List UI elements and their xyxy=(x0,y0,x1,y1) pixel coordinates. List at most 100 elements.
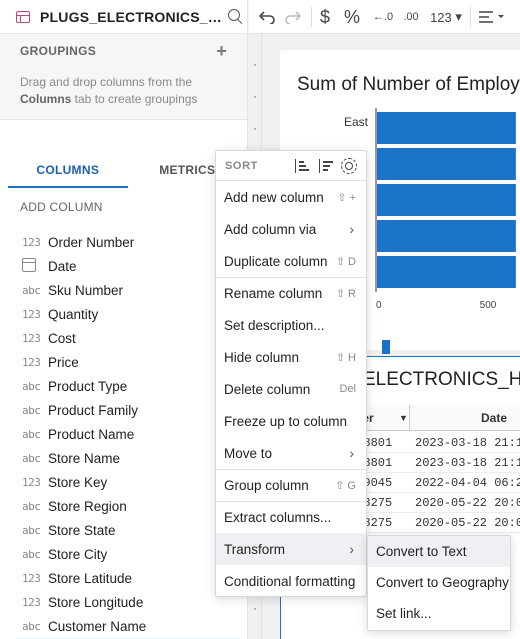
table-title: ELECTRONICS_HAN xyxy=(363,369,520,390)
column-item[interactable]: abc Store Name xyxy=(0,446,247,470)
column-name: Cost xyxy=(48,330,76,346)
column-type-icon: abc xyxy=(22,547,41,561)
cell-date: 2020-05-22 20:09 xyxy=(415,496,520,510)
menu-item-add-column-via[interactable]: Add column via › xyxy=(216,213,366,245)
column-type-icon: 123 xyxy=(22,595,41,609)
column-item[interactable]: abc Store City xyxy=(0,542,247,566)
cell-date: 2023-03-18 21:19 xyxy=(415,456,520,470)
column-item[interactable]: 123 Price xyxy=(0,350,247,374)
menu-item-hide-column[interactable]: Hide column ⇧ H xyxy=(216,341,366,373)
category-label: East xyxy=(344,115,369,129)
menu-item-label: Rename column xyxy=(224,286,323,301)
column-item[interactable]: 123 Store Key xyxy=(0,470,247,494)
column-item[interactable]: 123 Order Number xyxy=(0,230,247,254)
column-item[interactable]: abc Product Family xyxy=(0,398,247,422)
column-item[interactable]: 123 Store Longitude xyxy=(0,590,247,614)
tab-columns[interactable]: COLUMNS xyxy=(8,160,128,188)
element-title[interactable]: PLUGS_ELECTRONICS_HANDS_ON_LAB_DATA xyxy=(40,9,222,25)
panel-titlebar: PLUGS_ELECTRONICS_HANDS_ON_LAB_DATA xyxy=(0,0,247,34)
columns-panel: PLUGS_ELECTRONICS_HANDS_ON_LAB_DATA GROU… xyxy=(0,0,248,639)
column-item[interactable]: abc Store State xyxy=(0,518,247,542)
align-dropdown-icon[interactable] xyxy=(475,7,509,27)
column-type-icon: 123 xyxy=(22,235,41,249)
sort-ascending-icon[interactable] xyxy=(295,159,309,173)
menu-item-add-new-column[interactable]: Add new column ⇧ + xyxy=(216,181,366,213)
column-name: Store City xyxy=(48,546,108,562)
column-item[interactable]: abc Customer Name xyxy=(0,614,247,638)
sort-section: SORT xyxy=(216,151,366,181)
chart-resize-handle[interactable] xyxy=(382,340,390,354)
menu-item-move-to[interactable]: Move to › xyxy=(216,437,366,469)
x-tick-label: 500 xyxy=(480,300,497,311)
sort-desc-icon[interactable]: ▼ xyxy=(399,413,408,423)
column-item[interactable]: 123 Cost xyxy=(0,326,247,350)
redo-icon[interactable] xyxy=(283,7,303,27)
menu-item-rename-column[interactable]: Rename column ⇧ R xyxy=(216,277,366,309)
column-item[interactable]: Date xyxy=(0,254,247,278)
menu-item-extract-columns[interactable]: Extract columns... xyxy=(216,501,366,533)
menu-item-freeze-up-to-column[interactable]: Freeze up to column xyxy=(216,405,366,437)
currency-icon[interactable]: $ xyxy=(315,7,335,27)
column-type-icon: abc xyxy=(22,403,41,417)
decrease-decimal-icon[interactable]: ←.0 xyxy=(371,7,395,27)
menu-item-label: Delete column xyxy=(224,381,311,397)
bar xyxy=(377,220,516,252)
column-name: Product Type xyxy=(48,378,128,394)
number-format-dropdown[interactable]: 123 ▾ xyxy=(426,7,466,27)
column-type-icon xyxy=(22,257,48,275)
search-icon[interactable] xyxy=(228,8,244,25)
menu-item-label: Group column xyxy=(224,478,309,493)
column-name: Quantity xyxy=(48,306,99,322)
column-type-icon: abc xyxy=(22,499,41,513)
toolbar-divider xyxy=(470,7,471,27)
column-name: Store Longitude xyxy=(48,594,144,610)
menu-item-set-description[interactable]: Set description... xyxy=(216,309,366,341)
column-name: Store Key xyxy=(48,474,108,490)
cell-date: 2020-05-22 20:09 xyxy=(415,516,520,530)
bar xyxy=(377,112,516,144)
column-item[interactable]: 123 Quantity xyxy=(0,302,247,326)
menu-item-conditional-formatting[interactable]: Conditional formatting xyxy=(216,565,366,597)
menu-item-transform[interactable]: Transform › xyxy=(216,533,366,565)
undo-icon[interactable] xyxy=(257,7,277,27)
column-name: Sku Number xyxy=(48,282,124,298)
column-item[interactable]: abc Store Region xyxy=(0,494,247,518)
column-item[interactable]: abc Product Name xyxy=(0,422,247,446)
column-name: Price xyxy=(48,354,79,370)
increase-decimal-icon[interactable]: .00 xyxy=(399,7,423,27)
column-name: Store State xyxy=(48,522,116,538)
sort-descending-icon[interactable] xyxy=(319,159,333,173)
sort-settings-icon[interactable] xyxy=(341,158,357,174)
shortcut-hint: ⇧ R xyxy=(335,288,356,300)
convert-to-geography-item[interactable]: Convert to Geography xyxy=(368,567,510,598)
chevron-right-icon: › xyxy=(349,541,354,557)
column-name: Store Name xyxy=(48,450,121,466)
add-column-button[interactable]: ADD COLUMN xyxy=(0,188,247,222)
menu-item-label: Freeze up to column xyxy=(224,413,348,429)
percent-icon[interactable]: % xyxy=(342,7,362,27)
column-item[interactable]: 123 Store Latitude xyxy=(0,566,247,590)
menu-item-group-column[interactable]: Group column ⇧ G xyxy=(216,469,366,501)
bar xyxy=(377,148,516,180)
convert-to-text-item[interactable]: Convert to Text xyxy=(368,536,510,567)
set-link-item[interactable]: Set link... xyxy=(368,598,510,629)
groupings-header: GROUPINGS xyxy=(20,44,97,58)
menu-item-duplicate-column[interactable]: Duplicate column ⇧ D xyxy=(216,245,366,277)
column-type-icon: abc xyxy=(22,379,41,393)
groupings-hint: Drag and drop columns from the Columns t… xyxy=(20,75,198,106)
add-grouping-icon[interactable]: + xyxy=(216,42,227,60)
column-item[interactable]: abc Product Type xyxy=(0,374,247,398)
menu-item-delete-column[interactable]: Delete column Del xyxy=(216,373,366,405)
x-tick-label: 0 xyxy=(376,300,382,311)
sort-label: SORT xyxy=(225,159,258,172)
column-type-icon: abc xyxy=(22,523,41,537)
groupings-section: GROUPINGS + Drag and drop columns from t… xyxy=(0,34,247,120)
column-item[interactable]: abc Sku Number xyxy=(0,278,247,302)
column-name: Store Region xyxy=(48,498,127,514)
menu-item-label: Conditional formatting xyxy=(224,573,356,589)
menu-item-label: Move to xyxy=(224,445,273,461)
column-name: Product Family xyxy=(48,402,139,418)
menu-item-label: Extract columns... xyxy=(224,510,332,525)
column-list: 123 Order Number Date abc Sku Number 123 Quant… xyxy=(0,230,247,639)
column-header-date[interactable]: Date xyxy=(481,411,507,425)
